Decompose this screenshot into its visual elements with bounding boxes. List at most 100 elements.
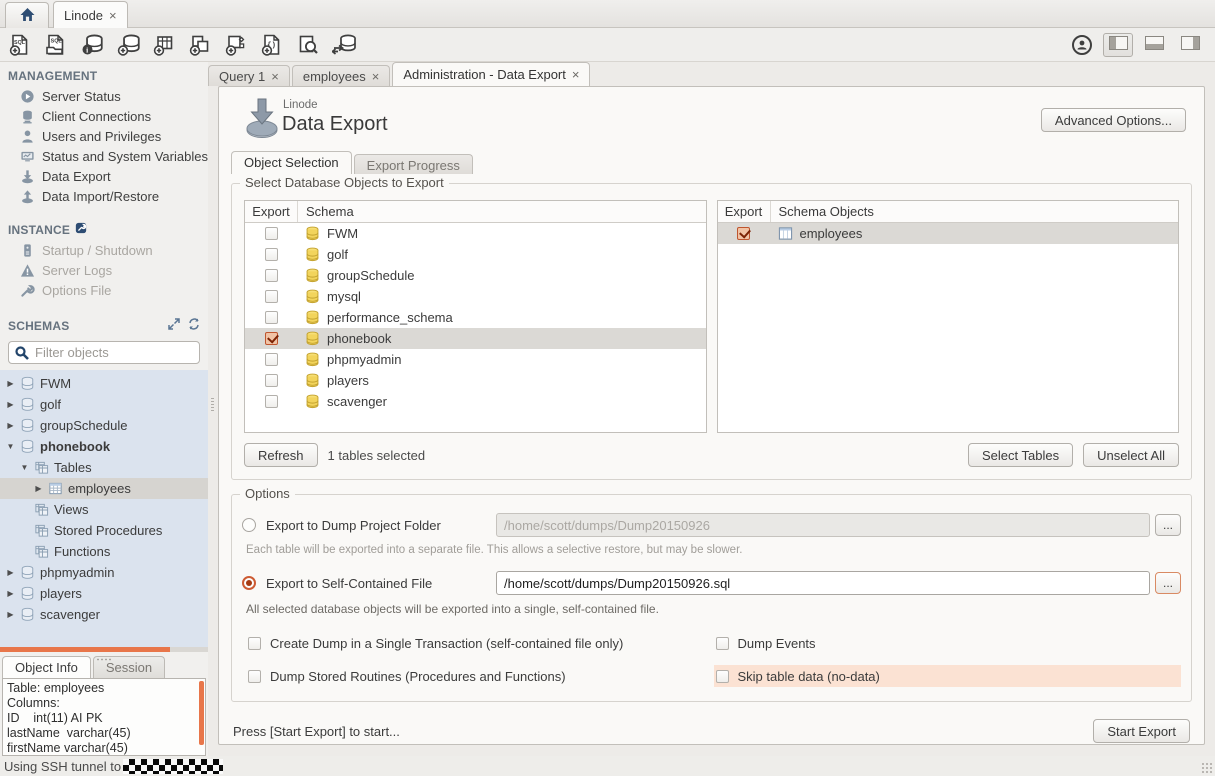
toggle-output-panel[interactable] [1139,33,1169,57]
sidebar-item-data-export[interactable]: Data Export [0,166,208,186]
export-checkbox[interactable] [737,227,750,240]
editor-tab-employees[interactable]: employees× [292,65,390,86]
collapsed-arrow-icon[interactable]: ▶ [34,484,43,493]
sidebar-item-client-connections[interactable]: Client Connections [0,106,208,126]
new-table-icon[interactable] [150,31,177,58]
export-checkbox[interactable] [265,311,278,324]
sidebar-item-users-and-privileges[interactable]: Users and Privileges [0,126,208,146]
refresh-button[interactable]: Refresh [244,443,318,467]
table-row-golf[interactable]: golf [245,244,706,265]
table-row-performance-schema[interactable]: performance_schema [245,307,706,328]
option-skip-table-data-no-data[interactable]: Skip table data (no-data) [714,665,1182,687]
tree-item-views[interactable]: Views [0,499,208,520]
close-icon[interactable]: × [109,8,117,23]
sidebar-item-startup-shutdown[interactable]: Startup / Shutdown [0,240,208,260]
export-checkbox[interactable] [265,353,278,366]
collapsed-arrow-icon[interactable]: ▶ [6,379,15,388]
info-tab-object-info[interactable]: Object Info [2,656,91,678]
tree-item-employees[interactable]: ▶ employees [0,478,208,499]
export-checkbox[interactable] [265,332,278,345]
sidebar-item-server-logs[interactable]: Server Logs [0,260,208,280]
tree-item-tables[interactable]: ▼ Tables [0,457,208,478]
tree-item-groupschedule[interactable]: ▶ groupSchedule [0,415,208,436]
checkbox[interactable] [716,637,729,650]
export-checkbox[interactable] [265,290,278,303]
table-row-players[interactable]: players [245,370,706,391]
self-contained-file-radio[interactable] [242,576,256,590]
editor-tab-query-1[interactable]: Query 1× [208,65,290,86]
advanced-options-button[interactable]: Advanced Options... [1041,108,1186,132]
tree-item-golf[interactable]: ▶ golf [0,394,208,415]
unselect-all-button[interactable]: Unselect All [1083,443,1179,467]
option-dump-events[interactable]: Dump Events [714,632,1182,654]
checkbox[interactable] [248,670,261,683]
tree-item-scavenger[interactable]: ▶ scavenger [0,604,208,625]
new-function-icon[interactable]: {) [258,31,285,58]
export-checkbox[interactable] [265,227,278,240]
subtab-object-selection[interactable]: Object Selection [231,151,352,174]
toggle-sidebar-panel[interactable] [1103,33,1133,57]
vertical-splitter[interactable] [208,62,218,756]
new-db-icon[interactable] [114,31,141,58]
browse-file-button[interactable]: ... [1155,572,1181,594]
collapsed-arrow-icon[interactable]: ▶ [6,568,15,577]
table-row-phpmyadmin[interactable]: phpmyadmin [245,349,706,370]
toggle-secondary-sidebar-panel[interactable] [1175,33,1205,57]
refresh-icon[interactable] [188,318,200,333]
collapsed-arrow-icon[interactable]: ▶ [6,400,15,409]
inspect-icon[interactable] [294,31,321,58]
home-tab[interactable] [5,2,49,28]
db-info-icon[interactable]: i [78,31,105,58]
select-tables-button[interactable]: Select Tables [968,443,1073,467]
tree-item-fwm[interactable]: ▶ FWM [0,373,208,394]
browse-folder-button[interactable]: ... [1155,514,1181,536]
new-view-icon[interactable] [186,31,213,58]
export-checkbox[interactable] [265,269,278,282]
checkbox[interactable] [716,670,729,683]
collapsed-arrow-icon[interactable]: ▶ [6,589,15,598]
table-row-fwm[interactable]: FWM [245,223,706,244]
new-sql-file-icon[interactable]: SQL [6,31,33,58]
sidebar-item-status-and-system-variables[interactable]: Status and System Variables [0,146,208,166]
collapsed-arrow-icon[interactable]: ▶ [6,421,15,430]
schema-filter-input[interactable] [8,341,200,364]
expanded-arrow-icon[interactable]: ▼ [6,442,15,451]
table-row-phonebook[interactable]: phonebook [245,328,706,349]
start-export-button[interactable]: Start Export [1093,719,1190,743]
close-icon[interactable]: × [372,69,380,84]
tree-item-stored-procedures[interactable]: Stored Procedures [0,520,208,541]
self-contained-path-input[interactable] [496,571,1150,595]
table-row-mysql[interactable]: mysql [245,286,706,307]
subtab-export-progress[interactable]: Export Progress [354,154,473,174]
tree-item-functions[interactable]: Functions [0,541,208,562]
table-row-groupschedule[interactable]: groupSchedule [245,265,706,286]
option-dump-stored-routines-procedures-and-functions[interactable]: Dump Stored Routines (Procedures and Fun… [246,665,714,687]
export-checkbox[interactable] [265,374,278,387]
table-row-scavenger[interactable]: scavenger [245,391,706,412]
checkbox[interactable] [248,637,261,650]
table-row-employees[interactable]: employees [718,223,1179,244]
option-create-dump-in-a-single-transaction-self-contained-file-only[interactable]: Create Dump in a Single Transaction (sel… [246,632,714,654]
connection-tab[interactable]: Linode × [53,1,128,28]
editor-tab-administration-data-export[interactable]: Administration - Data Export× [392,62,590,86]
dump-folder-path-input[interactable] [496,513,1150,537]
dump-project-folder-radio[interactable] [242,518,256,532]
tree-item-players[interactable]: ▶ players [0,583,208,604]
enterprise-icon[interactable] [1068,31,1095,58]
tree-item-phonebook[interactable]: ▼ phonebook [0,436,208,457]
info-scrollbar[interactable] [199,681,204,745]
new-routine-icon[interactable] [222,31,249,58]
expanded-arrow-icon[interactable]: ▼ [20,463,29,472]
resize-grip[interactable] [1201,762,1214,775]
close-icon[interactable]: × [572,67,580,82]
export-checkbox[interactable] [265,248,278,261]
close-icon[interactable]: × [271,69,279,84]
sidebar-item-server-status[interactable]: Server Status [0,86,208,106]
reconnect-icon[interactable] [330,31,357,58]
collapsed-arrow-icon[interactable]: ▶ [6,610,15,619]
sidebar-item-data-import-restore[interactable]: Data Import/Restore [0,186,208,206]
expand-panel-icon[interactable] [168,318,180,333]
open-sql-file-icon[interactable]: SQL [42,31,69,58]
sidebar-item-options-file[interactable]: Options File [0,280,208,300]
tree-item-phpmyadmin[interactable]: ▶ phpmyadmin [0,562,208,583]
